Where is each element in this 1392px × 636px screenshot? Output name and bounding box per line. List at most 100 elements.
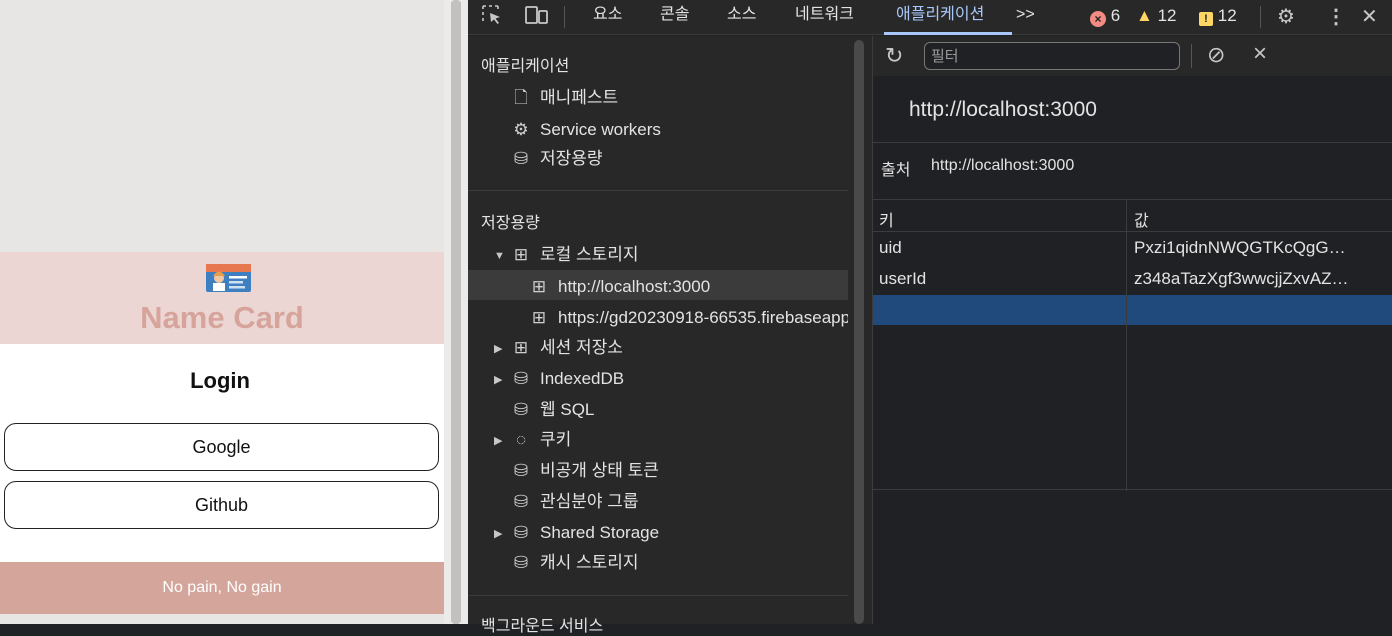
login-title: Login <box>190 368 250 393</box>
section-background-services-header: 백그라운드 서비스 <box>481 618 604 635</box>
row-value: Pxzi1qidnNWQGTKcQgG… <box>1134 238 1346 257</box>
sidebar-item-manifest[interactable]: 🗋 매니페스트 <box>510 86 618 110</box>
sidebar-item-label: https://gd20230918-66535.firebaseapp.com <box>558 308 848 327</box>
inspect-element-icon[interactable] <box>480 3 504 35</box>
error-count: 6 <box>1110 6 1121 25</box>
sidebar-item-local-storage[interactable]: ⊞ 로컬 스토리지 <box>510 243 639 267</box>
sidebar-item-service-workers[interactable]: ⚙ Service workers <box>510 118 661 142</box>
sidebar-item-web-sql[interactable]: ⛁ 웹 SQL <box>510 398 595 422</box>
app-preview: Name Card Login Google Github No pain, N… <box>0 0 444 624</box>
sidebar-item-label: 저장용량 <box>540 149 603 168</box>
table-row[interactable]: userId z348aTazXgf3wwcjjZxvAZ… <box>873 263 1392 294</box>
section-application-header: 애플리케이션 <box>481 58 570 75</box>
issue-count: 12 <box>1217 6 1237 25</box>
sidebar-scrollbar[interactable] <box>854 40 864 624</box>
delete-selected-icon[interactable]: × <box>1253 40 1267 68</box>
sidebar-item-storage[interactable]: ⛁ 저장용량 <box>510 147 603 171</box>
sidebar-item-interest-groups[interactable]: ⛁ 관심분야 그룹 <box>510 490 639 514</box>
sidebar-item-indexeddb[interactable]: ⛁ IndexedDB <box>510 367 624 391</box>
column-key-header[interactable]: 키 <box>879 207 894 231</box>
toolbar-divider <box>1260 6 1261 28</box>
sidebar-item-label: 매니페스트 <box>540 88 619 107</box>
github-login-button[interactable]: Github <box>4 481 439 529</box>
name-card-logo-icon <box>206 264 251 292</box>
devtools-panel: 요소 콘솔 소스 네트워크 애플리케이션 >> × 6 ▲ 12 ! 12 ⚙ … <box>468 0 1392 635</box>
sidebar-item-label: 로컬 스토리지 <box>540 245 639 264</box>
sidebar-item-label: 비공개 상태 토큰 <box>540 461 659 480</box>
collapsed-triangle-icon[interactable]: ▶ <box>494 342 502 355</box>
sidebar-divider <box>468 595 848 596</box>
sidebar-item-label: Service workers <box>540 120 661 139</box>
sidebar-item-label: Shared Storage <box>540 523 660 542</box>
device-toolbar-icon[interactable] <box>524 3 550 35</box>
database-icon: ⛁ <box>513 149 529 168</box>
storage-table: 키 값 uid Pxzi1qidnNWQGTKcQgG… userId z348… <box>873 199 1392 491</box>
warning-count-badge[interactable]: ▲ 12 <box>1136 5 1176 27</box>
more-options-icon[interactable]: ⋮ <box>1326 3 1346 31</box>
toolbar-divider <box>564 6 565 28</box>
origin-title: http://localhost:3000 <box>909 98 1097 121</box>
row-key: userId <box>879 269 927 288</box>
devtools-toolbar: 요소 콘솔 소스 네트워크 애플리케이션 >> × 6 ▲ 12 ! 12 ⚙ … <box>468 0 1392 35</box>
collapsed-triangle-icon[interactable]: ▶ <box>494 373 502 386</box>
collapsed-triangle-icon[interactable]: ▶ <box>494 527 502 540</box>
active-tab-indicator <box>884 32 1012 35</box>
close-devtools-icon[interactable]: ✕ <box>1361 3 1378 31</box>
app-title: Name Card <box>140 300 304 335</box>
selected-empty-row[interactable] <box>873 295 1392 325</box>
origin-divider <box>873 142 1392 143</box>
tab-console[interactable]: 콘솔 <box>660 0 689 35</box>
sidebar-item-label: 관심분야 그룹 <box>540 492 639 511</box>
sidebar-item-label: 웹 SQL <box>540 400 595 419</box>
application-sidebar: 애플리케이션 🗋 매니페스트 ⚙ Service workers ⛁ 저장용량 저장용… <box>468 36 848 635</box>
sidebar-divider <box>468 190 848 191</box>
database-icon: ⛁ <box>513 523 529 542</box>
clear-all-icon[interactable]: ⊘ <box>1207 42 1225 68</box>
splitter-handle[interactable] <box>451 0 461 624</box>
settings-gear-icon[interactable]: ⚙ <box>1277 3 1295 31</box>
table-icon: ⊞ <box>513 338 529 357</box>
pane-splitter[interactable] <box>444 0 468 624</box>
refresh-icon[interactable]: ↻ <box>885 43 903 69</box>
filter-bar: ↻ ⊘ × <box>873 36 1392 76</box>
collapsed-triangle-icon[interactable]: ▶ <box>494 434 502 447</box>
tab-elements[interactable]: 요소 <box>593 0 622 35</box>
more-tabs-button[interactable]: >> <box>1016 0 1035 35</box>
origin-label: 출처 <box>881 162 911 179</box>
filter-input[interactable] <box>924 42 1180 70</box>
app-footer: No pain, No gain <box>0 562 444 614</box>
tab-network[interactable]: 네트워크 <box>795 0 854 35</box>
sidebar-item-label: IndexedDB <box>540 369 625 388</box>
cookie-icon: ◌ <box>515 430 527 449</box>
gears-icon: ⚙ <box>513 120 529 139</box>
table-header: 키 값 <box>873 200 1392 232</box>
document-icon: 🗋 <box>514 88 528 107</box>
sidebar-item-session-storage[interactable]: ⊞ 세션 저장소 <box>510 336 623 360</box>
table-icon: ⊞ <box>531 277 547 296</box>
storage-main-panel: ↻ ⊘ × http://localhost:3000 출처 http://lo… <box>872 36 1392 624</box>
tab-application[interactable]: 애플리케이션 <box>896 0 984 35</box>
sidebar-item-local-origin[interactable]: ⊞ http://localhost:3000 <box>528 275 710 299</box>
table-icon: ⊞ <box>513 245 529 264</box>
google-login-button[interactable]: Google <box>4 423 439 471</box>
section-storage-header: 저장용량 <box>481 215 540 232</box>
error-count-badge[interactable]: × 6 <box>1090 5 1120 27</box>
database-icon: ⛁ <box>513 461 529 480</box>
login-section: Login Google Github <box>0 344 444 562</box>
sidebar-item-label: 세션 저장소 <box>540 338 623 357</box>
sidebar-item-cache-storage[interactable]: ⛁ 캐시 스토리지 <box>510 551 639 575</box>
issue-count-badge[interactable]: ! 12 <box>1199 5 1237 27</box>
row-value: z348aTazXgf3wwcjjZxvAZ… <box>1134 269 1349 288</box>
expanded-triangle-icon[interactable]: ▼ <box>494 250 505 262</box>
app-header: Name Card <box>0 252 444 344</box>
sidebar-item-private-state-tokens[interactable]: ⛁ 비공개 상태 토큰 <box>510 459 659 483</box>
sidebar-item-label: 캐시 스토리지 <box>540 553 639 572</box>
row-key: uid <box>879 238 902 257</box>
issue-icon: ! <box>1199 12 1213 26</box>
sidebar-item-cookies[interactable]: ◌ 쿠키 <box>510 428 571 452</box>
column-value-header[interactable]: 값 <box>1134 207 1149 231</box>
table-row[interactable]: uid Pxzi1qidnNWQGTKcQgG… <box>873 232 1392 263</box>
sidebar-item-shared-storage[interactable]: ⛁ Shared Storage <box>510 521 659 545</box>
sidebar-item-local-origin[interactable]: ⊞ https://gd20230918-66535.firebaseapp.co… <box>528 306 848 330</box>
tab-sources[interactable]: 소스 <box>727 0 756 35</box>
